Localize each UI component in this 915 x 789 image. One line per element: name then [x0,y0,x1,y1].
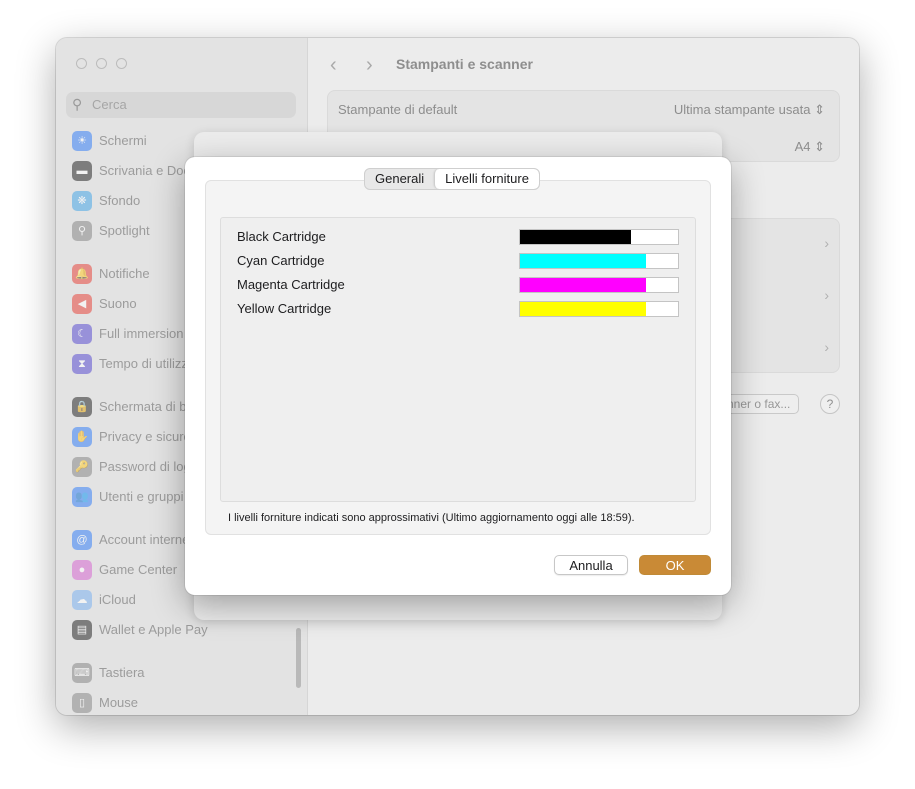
paper-size-value: A4 [794,139,811,154]
sidebar-item[interactable]: ▯ Mouse [72,692,297,714]
supply-levels-note: I livelli forniture indicati sono appros… [228,512,635,524]
internet-accounts-icon: @ [72,530,92,550]
icloud-icon: ☁ [72,590,92,610]
sidebar-item-label: Mouse [99,695,139,710]
default-printer-label: Stampante di default [338,102,458,117]
supply-levels-list: Black Cartridge Cyan Cartridge Magenta C… [220,217,696,502]
keyboard-icon: ⌨ [72,663,92,683]
screen-time-icon: ⧗ [72,354,92,374]
supply-level-fill [520,302,647,316]
supply-level-fill [520,254,647,268]
sidebar-item-label: Tempo di utilizzo [99,356,196,371]
sidebar-item-label: Sfondo [99,193,141,208]
tab-generali[interactable]: Generali [365,169,434,189]
tab-panel: Black Cartridge Cyan Cartridge Magenta C… [205,180,711,535]
mouse-icon: ▯ [72,693,92,713]
sidebar-item-label: Schermi [99,133,147,148]
search-input[interactable]: ⚲ Cerca [66,92,296,118]
search-placeholder: Cerca [92,97,127,112]
supply-row-yellow: Yellow Cartridge [237,299,697,319]
wallet-icon: ▤ [72,620,92,640]
supply-level-bar [519,277,679,293]
paper-size-popup[interactable]: A4 ⇕ [795,139,825,155]
sidebar-item-label: Spotlight [99,223,150,238]
default-printer-value: Ultima stampante usata [673,102,811,117]
chevron-right-icon[interactable]: › [824,287,829,303]
sound-icon: ◀ [72,294,92,314]
sidebar-item-label: Notifiche [99,266,150,281]
page-title: Stampanti e scanner [396,56,533,72]
supply-row-black: Black Cartridge [237,227,697,247]
minimize-window-button[interactable] [96,58,107,69]
chevron-right-icon[interactable]: › [824,235,829,251]
chevron-right-icon[interactable]: › [824,339,829,355]
supply-level-bar [519,301,679,317]
supply-level-bar [519,229,679,245]
lock-screen-icon: 🔒 [72,397,92,417]
updown-chevron-icon: ⇕ [814,139,825,154]
sidebar-item-label: Account internet [99,532,193,547]
spotlight-icon: ⚲ [72,221,92,241]
sidebar-item-label: Utenti e gruppi [99,489,184,504]
focus-icon: ☾ [72,324,92,344]
password-icon: 🔑 [72,457,92,477]
tab-control: Generali Livelli forniture [364,168,540,190]
dock-icon: ▬ [72,161,92,181]
sidebar-item[interactable]: ▤ Wallet e Apple Pay [72,619,297,641]
sidebar-item-label: Game Center [99,562,178,577]
cancel-button[interactable]: Annulla [554,555,628,575]
search-icon: ⚲ [72,96,83,112]
users-icon: 👥 [72,487,92,507]
sidebar-item-label: iCloud [99,592,136,607]
supply-level-fill [520,230,631,244]
close-window-button[interactable] [76,58,87,69]
supply-name: Black Cartridge [237,229,326,244]
supply-row-cyan: Cyan Cartridge [237,251,697,271]
supply-level-bar [519,253,679,269]
sidebar-item-label: Wallet e Apple Pay [99,622,208,637]
sidebar-scrollbar[interactable] [296,628,301,688]
tab-livelli-forniture[interactable]: Livelli forniture [434,169,539,189]
printer-options-dialog: Black Cartridge Cyan Cartridge Magenta C… [185,157,731,595]
back-button[interactable]: ‹ [330,54,337,77]
notifications-icon: 🔔 [72,264,92,284]
display-icon: ☀ [72,131,92,151]
zoom-window-button[interactable] [116,58,127,69]
default-printer-popup[interactable]: Ultima stampante usata ⇕ [674,102,825,118]
sidebar-item-label: Suono [99,296,137,311]
supply-level-fill [520,278,647,292]
sidebar-item[interactable]: ⌨ Tastiera [72,662,297,684]
ok-button[interactable]: OK [639,555,711,575]
supply-name: Yellow Cartridge [237,301,332,316]
supply-name: Cyan Cartridge [237,253,325,268]
game-center-icon: ● [72,560,92,580]
forward-button[interactable]: › [366,54,373,77]
sidebar-item-label: Full immersion [99,326,184,341]
wallpaper-icon: ❋ [72,191,92,211]
sidebar-item-label: Scrivania e Dock [99,163,197,178]
updown-chevron-icon: ⇕ [814,102,825,117]
supply-row-magenta: Magenta Cartridge [237,275,697,295]
help-button[interactable]: ? [820,394,840,414]
privacy-icon: ✋ [72,427,92,447]
sidebar-item-label: Tastiera [99,665,145,680]
supply-name: Magenta Cartridge [237,277,345,292]
